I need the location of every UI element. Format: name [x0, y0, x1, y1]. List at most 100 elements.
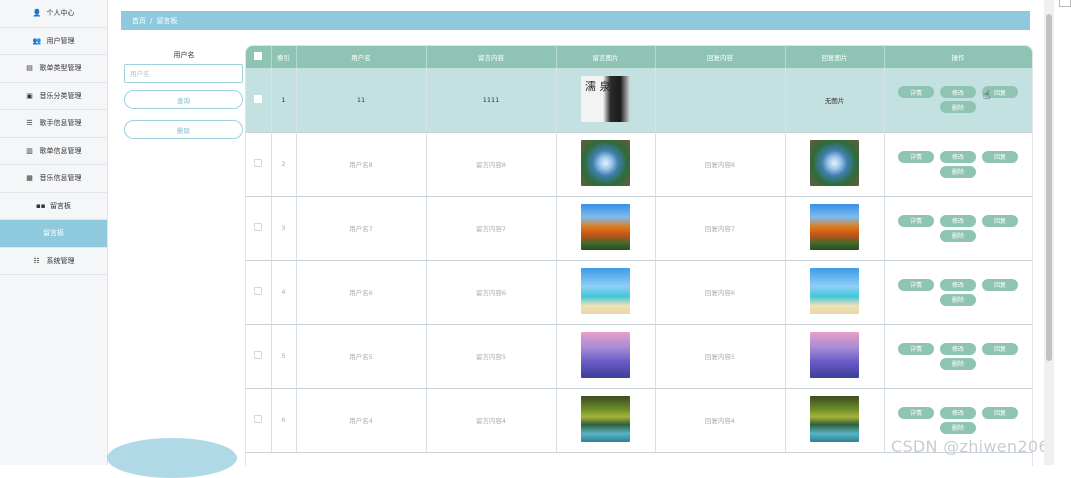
- song-icon: ▦: [26, 174, 33, 183]
- reply-button[interactable]: 回复: [982, 278, 1018, 291]
- thumbnail-image[interactable]: [810, 204, 859, 250]
- cell-content: 留言内容6: [426, 260, 557, 325]
- no-image-text: 无图片: [824, 96, 845, 105]
- reply-button[interactable]: 回复: [982, 214, 1018, 227]
- breadcrumb-home[interactable]: 首页: [132, 16, 146, 26]
- message-table: 索引 用户名 留言内容 留言图片 回复内容 回复图片 操作 1 11 1111 濡 泉…: [245, 45, 1033, 466]
- cell-reply: 回复内容5: [655, 324, 786, 389]
- thumbnail-image[interactable]: [581, 396, 630, 442]
- col-username: 用户名: [296, 46, 427, 68]
- delete-button[interactable]: 删除: [940, 357, 976, 370]
- reply-button[interactable]: 回复: [982, 406, 1018, 419]
- delete-button[interactable]: 删除: [940, 293, 976, 306]
- watermark: CSDN @zhiwen206: [891, 437, 1049, 456]
- edit-button[interactable]: 修改: [940, 150, 976, 163]
- thumbnail-image[interactable]: 濡 泉: [581, 75, 630, 122]
- poster-text: 濡 泉: [585, 79, 611, 93]
- cell-reply-image: [785, 260, 885, 325]
- sidebar: 👤 个人中心 👥 用户管理 ▤ 歌单类型管理 ▣ 音乐分类管理 ☰ 歌手信息管理 ▥ 歌单信息管理 ▦ 音…: [0, 0, 108, 465]
- detail-button[interactable]: 详情: [898, 342, 934, 355]
- delete-button[interactable]: 删除: [940, 229, 976, 242]
- cell-reply-image: [785, 132, 885, 197]
- cell-reply-image: [785, 324, 885, 389]
- cell-actions: 详情 修改 回复 删除: [884, 132, 1032, 197]
- row-checkbox[interactable]: [246, 388, 272, 453]
- sidebar-item-label: 歌单信息管理: [39, 146, 82, 155]
- table-row[interactable]: 5 用户名5 留言内容5 回复内容5 详情 修改 回复 删除: [246, 324, 1032, 389]
- sidebar-item-8[interactable]: 留言板: [0, 220, 107, 248]
- sidebar-item-9[interactable]: ☷ 系统管理: [0, 248, 107, 275]
- table-header-row: 索引 用户名 留言内容 留言图片 回复内容 回复图片 操作: [246, 46, 1032, 68]
- table-row[interactable]: 3 用户名7 留言内容7 回复内容7 详情 修改 回复 删除: [246, 196, 1032, 261]
- search-label: 用户名: [173, 51, 195, 59]
- sidebar-item-3[interactable]: ▣ 音乐分类管理: [0, 83, 107, 110]
- cell-username: 用户名7: [296, 196, 427, 261]
- hand-cursor-icon: ☝: [983, 88, 991, 102]
- detail-button[interactable]: 详情: [898, 406, 934, 419]
- sidebar-item-0[interactable]: 👤 个人中心: [0, 0, 107, 28]
- reply-button[interactable]: 回复: [982, 150, 1018, 163]
- sidebar-item-label: 留言板: [43, 229, 64, 238]
- row-checkbox[interactable]: [246, 324, 272, 389]
- username-search-input[interactable]: [124, 64, 243, 83]
- thumbnail-image[interactable]: [810, 332, 859, 378]
- thumbnail-image[interactable]: [581, 268, 630, 314]
- row-checkbox[interactable]: [246, 260, 272, 325]
- cell-reply: 回复内容6: [655, 260, 786, 325]
- table-row[interactable]: 2 用户名8 留言内容8 回复内容8 详情 修改 回复 删除: [246, 132, 1032, 197]
- sidebar-item-2[interactable]: ▤ 歌单类型管理: [0, 55, 107, 83]
- thumbnail-image[interactable]: [810, 396, 859, 442]
- users-icon: 👥: [32, 36, 42, 45]
- edit-button[interactable]: 修改: [940, 86, 976, 99]
- thumbnail-image[interactable]: [810, 268, 859, 314]
- edit-button[interactable]: 修改: [940, 278, 976, 291]
- cell-index: 6: [271, 388, 297, 453]
- detail-button[interactable]: 详情: [898, 278, 934, 291]
- detail-button[interactable]: 详情: [898, 150, 934, 163]
- cell-image: [556, 196, 656, 261]
- cell-index: 3: [271, 196, 297, 261]
- cell-reply: 回复内容7: [655, 196, 786, 261]
- cell-actions: 详情 修改 回复 删除: [884, 196, 1032, 261]
- delete-selected-button[interactable]: 删除: [124, 120, 243, 139]
- sidebar-item-7[interactable]: ▪▪ 留言板: [0, 192, 107, 220]
- sidebar-item-5[interactable]: ▥ 歌单信息管理: [0, 138, 107, 165]
- col-content: 留言内容: [426, 46, 557, 68]
- cell-reply: 回复内容4: [655, 388, 786, 453]
- sidebar-item-label: 歌单类型管理: [39, 64, 82, 73]
- thumbnail-image[interactable]: [581, 204, 630, 250]
- query-button[interactable]: 查询: [124, 90, 243, 109]
- detail-button[interactable]: 详情: [898, 86, 934, 99]
- thumbnail-image[interactable]: [581, 332, 630, 378]
- cell-content: 留言内容4: [426, 388, 557, 453]
- col-image: 留言图片: [556, 46, 656, 68]
- settings-icon: ☷: [33, 256, 40, 265]
- row-checkbox[interactable]: [246, 196, 272, 261]
- edit-button[interactable]: 修改: [940, 214, 976, 227]
- detail-button[interactable]: 详情: [898, 214, 934, 227]
- row-checkbox[interactable]: [246, 68, 272, 133]
- delete-button[interactable]: 删除: [940, 421, 976, 434]
- decorative-wave: [107, 438, 237, 478]
- sidebar-item-4[interactable]: ☰ 歌手信息管理: [0, 110, 107, 138]
- sidebar-item-label: 系统管理: [46, 256, 75, 265]
- table-row[interactable]: 4 用户名6 留言内容6 回复内容6 详情 修改 回复 删除: [246, 260, 1032, 325]
- edit-button[interactable]: 修改: [940, 342, 976, 355]
- table-row[interactable]: 1 11 1111 濡 泉无图片 详情 修改 回复 删除: [246, 68, 1032, 133]
- cell-image: [556, 260, 656, 325]
- sidebar-item-1[interactable]: 👥 用户管理: [0, 28, 107, 55]
- sidebar-item-label: 歌手信息管理: [39, 119, 82, 128]
- cell-content: 1111: [426, 68, 557, 133]
- reply-button[interactable]: 回复: [982, 342, 1018, 355]
- cell-index: 4: [271, 260, 297, 325]
- thumbnail-image[interactable]: [581, 140, 630, 186]
- delete-button[interactable]: 删除: [940, 101, 976, 114]
- sidebar-item-6[interactable]: ▦ 音乐信息管理: [0, 165, 107, 193]
- delete-button[interactable]: 删除: [940, 165, 976, 178]
- thumbnail-image[interactable]: [810, 140, 859, 186]
- row-checkbox[interactable]: [246, 132, 272, 197]
- sidebar-item-label: 用户管理: [46, 36, 75, 45]
- scrollbar-thumb[interactable]: [1046, 14, 1052, 361]
- edit-button[interactable]: 修改: [940, 406, 976, 419]
- select-all-checkbox[interactable]: [246, 46, 272, 68]
